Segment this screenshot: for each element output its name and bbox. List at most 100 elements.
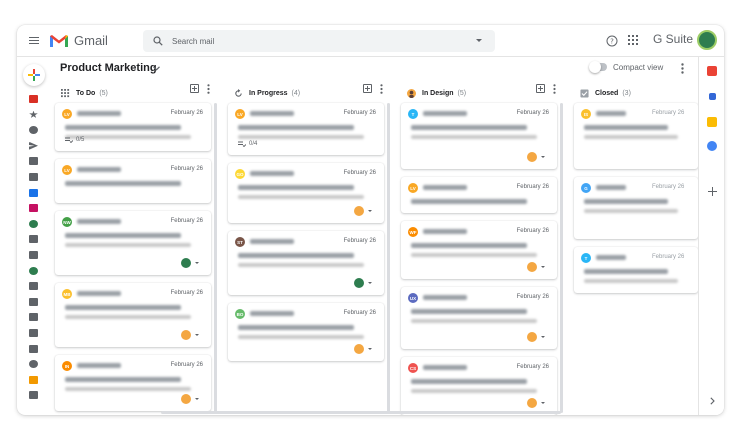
add-addon-icon[interactable]	[708, 187, 717, 196]
blurred-sender	[77, 219, 121, 224]
assignee-avatar[interactable]	[181, 258, 191, 268]
compact-view-toggle[interactable]	[589, 61, 607, 73]
notification-icon[interactable]	[29, 391, 38, 400]
label-icon[interactable]	[29, 173, 38, 181]
search-icon[interactable]	[153, 36, 163, 46]
assignee-avatar[interactable]	[354, 278, 364, 288]
task-card[interactable]: T February 26	[401, 103, 557, 169]
mail-icon[interactable]	[29, 375, 38, 384]
label-icon[interactable]	[29, 188, 38, 197]
add-card-icon[interactable]	[190, 84, 199, 93]
assignee-avatar[interactable]	[527, 262, 537, 272]
search-input[interactable]: Search mail	[172, 37, 214, 46]
avatar-icon[interactable]	[29, 266, 38, 275]
column-owner-avatar-icon[interactable]	[407, 88, 416, 98]
label-icon[interactable]	[29, 204, 38, 213]
assignee-dropdown-icon[interactable]	[541, 402, 545, 404]
avatar-icon[interactable]	[29, 219, 38, 228]
more-vert-icon[interactable]	[207, 84, 210, 94]
column-scrollbar[interactable]	[560, 103, 563, 413]
label-icon[interactable]	[29, 329, 38, 337]
task-card[interactable]: LV February 26	[401, 177, 557, 213]
board-title[interactable]: Product Marketing	[60, 62, 157, 74]
keep-notes-icon[interactable]	[707, 117, 717, 127]
assignee-dropdown-icon[interactable]	[541, 266, 545, 268]
task-card[interactable]: NW February 26	[55, 211, 211, 275]
assignee-dropdown-icon[interactable]	[195, 262, 199, 264]
assignee-avatar[interactable]	[181, 394, 191, 404]
emoji-icon[interactable]	[29, 360, 38, 369]
assignee-avatar[interactable]	[354, 344, 364, 354]
search-options-icon[interactable]	[476, 39, 482, 42]
column-header: In Progress (4)	[234, 85, 300, 101]
assignee-dropdown-icon[interactable]	[195, 334, 199, 336]
sender-avatar: GO	[235, 169, 245, 179]
assignee-dropdown-icon[interactable]	[368, 282, 372, 284]
assignee-avatar[interactable]	[181, 330, 191, 340]
compose-button[interactable]	[23, 64, 45, 86]
assignee-avatar[interactable]	[527, 398, 537, 408]
calendar-icon[interactable]	[29, 251, 38, 259]
task-card[interactable]: MB February 26	[55, 283, 211, 347]
task-card[interactable]: WF February 26	[401, 221, 557, 279]
main-menu-icon[interactable]	[29, 36, 43, 46]
board-app-icon[interactable]	[709, 93, 716, 100]
calendar-app-icon[interactable]	[707, 66, 717, 76]
task-card[interactable]: G February 26	[574, 177, 698, 239]
task-card[interactable]: GO February 26	[228, 163, 384, 223]
more-vert-icon[interactable]	[380, 84, 383, 94]
add-card-icon[interactable]	[536, 84, 545, 93]
inbox-icon[interactable]	[29, 95, 38, 103]
task-card[interactable]: IN February 26	[55, 355, 211, 411]
column-scrollbar[interactable]	[214, 103, 217, 413]
help-icon[interactable]: ?	[606, 35, 618, 47]
assignee-dropdown-icon[interactable]	[368, 348, 372, 350]
assignee-avatar[interactable]	[527, 152, 537, 162]
drafts-icon[interactable]	[29, 157, 38, 166]
assignee-dropdown-icon[interactable]	[541, 156, 545, 158]
task-card[interactable]: ST February 26	[228, 231, 384, 295]
task-card[interactable]: IS February 26	[574, 103, 698, 169]
image-icon[interactable]	[29, 344, 38, 353]
gmail-logo-icon[interactable]	[49, 34, 69, 48]
task-card[interactable]: BO February 26	[228, 303, 384, 361]
task-card[interactable]: CS February 26	[401, 357, 557, 415]
blurred-sender	[250, 239, 294, 244]
assignee-avatar[interactable]	[527, 332, 537, 342]
blurred-snippet	[238, 335, 364, 339]
task-card[interactable]: LV February 26 0/4	[228, 103, 384, 155]
horizontal-scrollbar[interactable]	[161, 411, 561, 414]
svg-text:?: ?	[610, 38, 614, 46]
assignee-dropdown-icon[interactable]	[541, 336, 545, 338]
drag-grid-icon[interactable]	[61, 88, 70, 98]
tasks-check-icon[interactable]	[707, 141, 717, 151]
sync-icon[interactable]	[234, 88, 243, 98]
assignee-avatar[interactable]	[354, 206, 364, 216]
more-vert-icon[interactable]	[553, 84, 556, 94]
task-card[interactable]: LV February 26 0/5	[55, 103, 211, 151]
star-icon[interactable]	[29, 110, 38, 118]
task-card[interactable]: LV February 26	[55, 159, 211, 203]
clock-icon[interactable]	[29, 126, 38, 135]
search-bar[interactable]: Search mail	[143, 30, 495, 52]
chevron-down-icon[interactable]	[153, 66, 160, 71]
task-card[interactable]: UX February 26	[401, 287, 557, 349]
more-vert-icon[interactable]	[681, 63, 684, 74]
checkbox-icon[interactable]	[29, 313, 38, 322]
account-avatar[interactable]	[697, 30, 717, 50]
add-card-icon[interactable]	[363, 84, 372, 93]
sender-avatar: ST	[235, 237, 245, 247]
send-icon[interactable]	[29, 141, 38, 150]
app-name[interactable]: Gmail	[74, 33, 108, 48]
task-card[interactable]: T February 26	[574, 247, 698, 293]
column-scrollbar[interactable]	[387, 103, 390, 413]
clipboard-icon[interactable]	[29, 297, 38, 306]
contacts-icon[interactable]	[29, 282, 38, 291]
chevron-right-icon[interactable]	[710, 397, 715, 405]
image-icon[interactable]	[29, 235, 38, 244]
assignee-dropdown-icon[interactable]	[195, 398, 199, 400]
blurred-subject	[584, 269, 668, 274]
checkbox-icon[interactable]	[580, 88, 589, 98]
assignee-dropdown-icon[interactable]	[368, 210, 372, 212]
apps-grid-icon[interactable]	[628, 35, 638, 45]
